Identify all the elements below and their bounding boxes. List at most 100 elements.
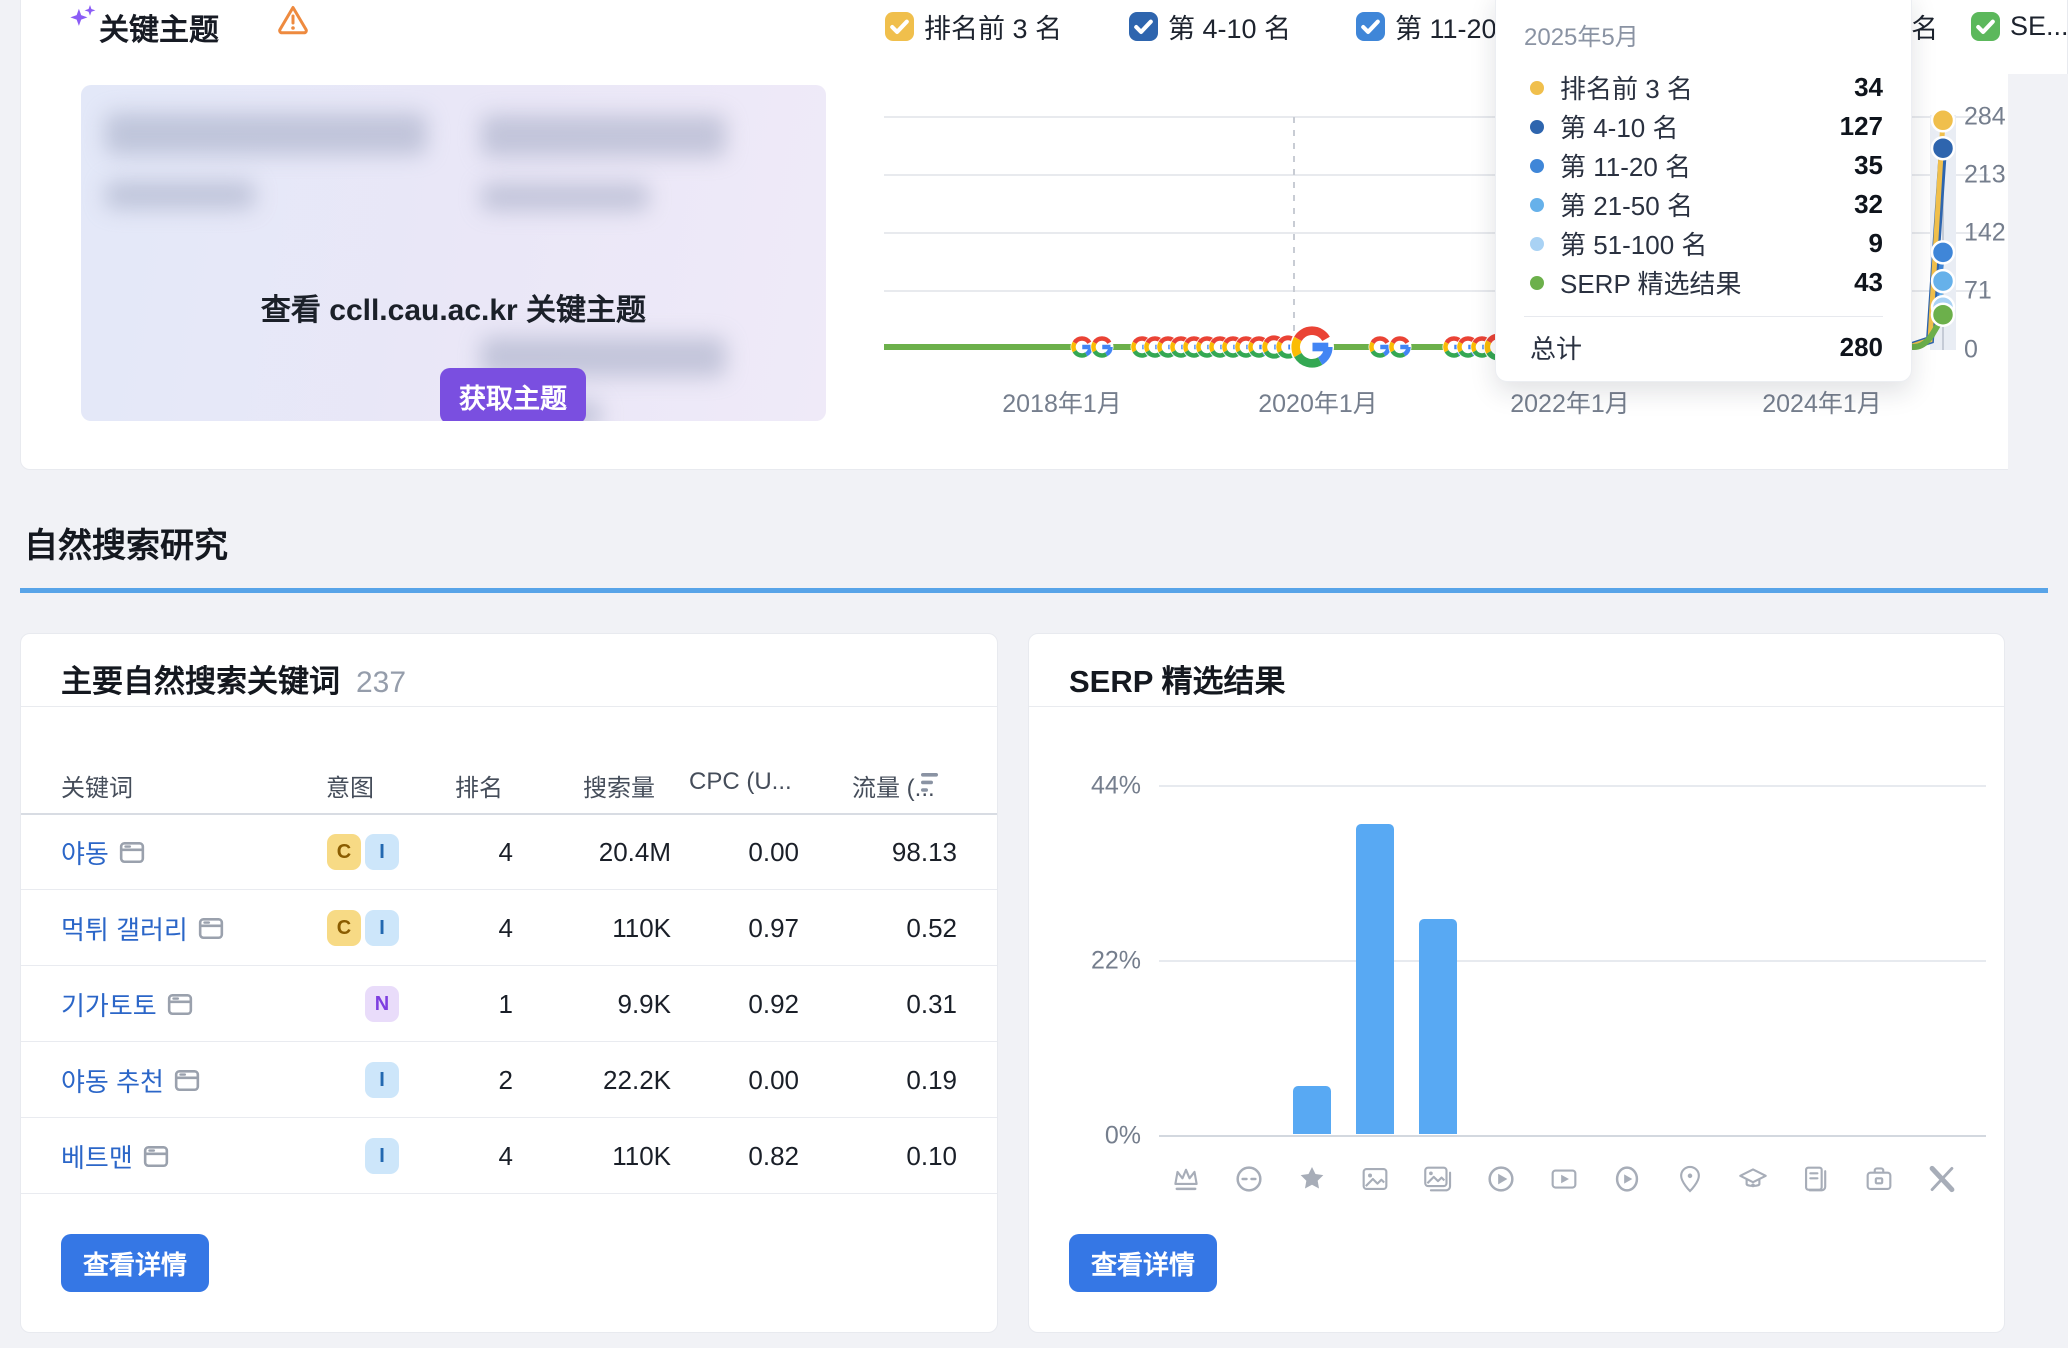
video-box-icon[interactable] <box>1547 1162 1581 1196</box>
google-logo-icon[interactable] <box>1290 325 1334 369</box>
sort-descending-icon[interactable] <box>921 772 947 794</box>
keywords-count: 237 <box>356 666 406 699</box>
rank-value: 1 <box>499 966 513 1042</box>
filter-label: 排名前 3 名 <box>924 7 1062 46</box>
intent-badge-I[interactable]: I <box>365 1062 399 1098</box>
tooltip-row: 第 51-100 名 9 <box>1524 224 1883 263</box>
serp-y-tick: 44% <box>1029 772 1141 801</box>
tooltip-row: 第 4-10 名 127 <box>1524 107 1883 146</box>
link-icon[interactable] <box>1232 1162 1266 1196</box>
image-carousel-icon[interactable] <box>1421 1162 1455 1196</box>
cpc-value: 0.00 <box>748 1042 799 1118</box>
education-cap-icon[interactable] <box>1736 1162 1770 1196</box>
video-circle-icon[interactable] <box>1484 1162 1518 1196</box>
volume-value: 22.2K <box>603 1042 671 1118</box>
warning-icon[interactable] <box>277 3 309 35</box>
keyword-link[interactable]: 야동 추천 <box>61 1062 164 1099</box>
tooltip-date: 2025年5月 <box>1524 17 1883 52</box>
locked-topics-preview: 查看 ccll.cau.ac.kr 关键主题 获取主题 <box>81 85 826 421</box>
serp-preview-icon[interactable] <box>198 915 224 941</box>
checkbox-checked-icon[interactable] <box>1129 12 1158 41</box>
get-topics-button[interactable]: 获取主题 <box>440 368 586 421</box>
series-end-dot <box>1932 304 1954 326</box>
traffic-value: 0.19 <box>906 1042 957 1118</box>
series-end-dot <box>1932 241 1954 263</box>
page: 关键主题 查看 ccll.cau.ac.kr 关键主题 获取主题 排名前 3 名 <box>0 0 2068 1348</box>
keywords-details-button[interactable]: 查看详情 <box>61 1234 209 1292</box>
google-logo-icon[interactable] <box>1071 336 1094 359</box>
locked-preview-caption: 查看 ccll.cau.ac.kr 关键主题 <box>81 285 826 329</box>
legend-dot <box>1530 276 1544 290</box>
filter-item-5[interactable]: SE... <box>1971 11 2068 41</box>
col-header-rank[interactable]: 排名 <box>455 768 503 803</box>
col-header-volume[interactable]: 搜索量 <box>583 768 655 803</box>
tooltip-row-label: 第 4-10 名 <box>1560 108 1679 145</box>
briefcase-icon[interactable] <box>1862 1162 1896 1196</box>
blurred-text-block <box>481 183 649 211</box>
google-logo-icon[interactable] <box>1369 336 1392 359</box>
serp-preview-icon[interactable] <box>119 839 145 865</box>
bar-star[interactable] <box>1293 1086 1331 1134</box>
col-header-cpc[interactable]: CPC (U... <box>689 768 792 796</box>
image-icon[interactable] <box>1358 1162 1392 1196</box>
checkbox-checked-icon[interactable] <box>1971 12 2000 41</box>
table-row: 먹튀 갤러리 CI 4 110K 0.97 0.52 <box>21 890 997 966</box>
tooltip-rows: 排名前 3 名 34 第 4-10 名 127 第 11-20 名 35 第 2… <box>1524 68 1883 302</box>
crown-icon[interactable] <box>1169 1162 1203 1196</box>
cpc-value: 0.82 <box>748 1118 799 1194</box>
tooltip-row-label: 第 21-50 名 <box>1560 186 1693 223</box>
serp-preview-icon[interactable] <box>167 991 193 1017</box>
x-twitter-icon[interactable] <box>1925 1162 1959 1196</box>
tooltip-row-label: 第 11-20 名 <box>1560 147 1691 184</box>
intent-badge-C[interactable]: C <box>327 834 361 870</box>
rank-value: 4 <box>499 814 513 890</box>
volume-value: 20.4M <box>599 814 671 890</box>
divider <box>21 706 997 707</box>
keyword-cell: 기가토토 <box>61 966 193 1042</box>
blurred-text-block <box>481 115 726 157</box>
serp-preview-icon[interactable] <box>174 1067 200 1093</box>
filter-label: SE... <box>2010 11 2068 42</box>
google-update-annotations[interactable] <box>1071 325 1513 369</box>
trend-y-tick: 142 <box>1964 219 2006 248</box>
keyword-link[interactable]: 먹튀 갤러리 <box>61 910 188 947</box>
star-icon[interactable] <box>1295 1162 1329 1196</box>
tooltip-row-label: SERP 精选结果 <box>1560 264 1742 301</box>
trend-y-tick: 213 <box>1964 161 2006 190</box>
intent-badge-I[interactable]: I <box>365 834 399 870</box>
play-circle-icon[interactable] <box>1610 1162 1644 1196</box>
checkbox-checked-icon[interactable] <box>1356 12 1385 41</box>
keyword-link[interactable]: 기가토토 <box>61 986 157 1023</box>
page-background-strip <box>2008 74 2068 470</box>
col-header-keyword[interactable]: 关键词 <box>61 768 133 803</box>
bar-image[interactable] <box>1356 824 1394 1134</box>
serp-y-tick: 0% <box>1029 1122 1141 1151</box>
filter-item-0[interactable]: 排名前 3 名 <box>885 11 1062 41</box>
intent-badge-N[interactable]: N <box>365 986 399 1022</box>
keyword-link[interactable]: 베트맨 <box>61 1138 133 1175</box>
gridline <box>1159 960 1986 962</box>
tooltip-total-label: 总计 <box>1530 329 1582 366</box>
trend-x-tick: 2020年1月 <box>1258 384 1378 420</box>
intent-badge-I[interactable]: I <box>365 1138 399 1174</box>
col-header-intent[interactable]: 意图 <box>326 768 374 803</box>
location-pin-icon[interactable] <box>1673 1162 1707 1196</box>
keyword-link[interactable]: 야동 <box>61 834 109 871</box>
tooltip-row-label: 排名前 3 名 <box>1560 69 1693 106</box>
trend-x-tick: 2018年1月 <box>1002 384 1122 420</box>
intent-badge-I[interactable]: I <box>365 910 399 946</box>
serp-preview-icon[interactable] <box>143 1143 169 1169</box>
filter-item-1[interactable]: 第 4-10 名 <box>1129 11 1291 41</box>
serp-details-button[interactable]: 查看详情 <box>1069 1234 1217 1292</box>
news-pages-icon[interactable] <box>1799 1162 1833 1196</box>
checkbox-checked-icon[interactable] <box>885 12 914 41</box>
tooltip-row: 第 21-50 名 32 <box>1524 185 1883 224</box>
intent-badge-C[interactable]: C <box>327 910 361 946</box>
google-logo-icon[interactable] <box>1389 336 1412 359</box>
keyword-cell: 야동 추천 <box>61 1042 200 1118</box>
tooltip-row-value: 32 <box>1854 189 1883 220</box>
series-end-dot <box>1932 270 1954 292</box>
bar-image-carousel[interactable] <box>1419 919 1457 1134</box>
volume-value: 9.9K <box>618 966 672 1042</box>
google-logo-icon[interactable] <box>1091 336 1114 359</box>
